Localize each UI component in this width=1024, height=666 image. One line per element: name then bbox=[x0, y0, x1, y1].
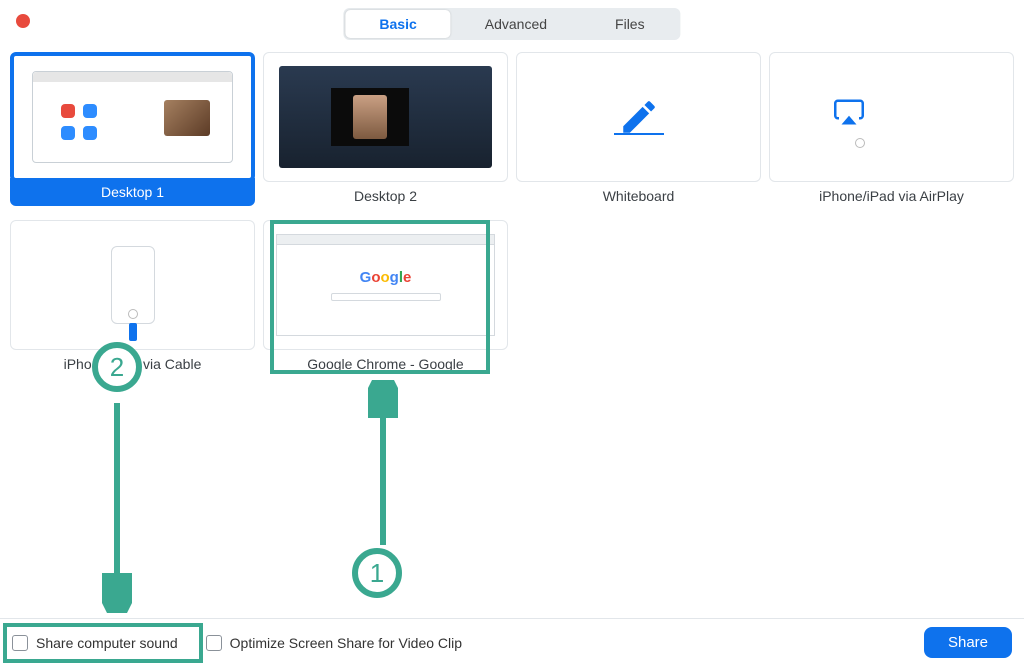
tab-advanced[interactable]: Advanced bbox=[451, 10, 581, 38]
thumb-cable bbox=[10, 220, 255, 350]
thumb-whiteboard bbox=[516, 52, 761, 182]
tile-label: Desktop 2 bbox=[354, 188, 417, 204]
cable-icon bbox=[129, 323, 137, 341]
tile-label: Desktop 1 bbox=[10, 178, 255, 206]
tile-google-chrome[interactable]: Google Google Chrome - Google bbox=[263, 220, 508, 372]
tile-iphone-cable[interactable]: iPhone/iPad via Cable bbox=[10, 220, 255, 372]
annotation-arrow-1 bbox=[368, 380, 398, 550]
tile-desktop-1[interactable]: Desktop 1 bbox=[10, 52, 255, 206]
thumb-chrome: Google bbox=[263, 220, 508, 350]
tile-label: Whiteboard bbox=[603, 188, 675, 204]
annotation-arrow-2 bbox=[102, 398, 132, 613]
tile-desktop-2[interactable]: Desktop 2 bbox=[263, 52, 508, 206]
checkbox-icon bbox=[206, 635, 222, 651]
desktop-preview bbox=[32, 71, 233, 163]
window-preview: Google bbox=[276, 234, 495, 336]
thumb-desktop-1 bbox=[10, 52, 255, 182]
tile-label: iPhone/iPad via Cable bbox=[64, 356, 202, 372]
tile-iphone-airplay[interactable]: iPhone/iPad via AirPlay bbox=[769, 52, 1014, 206]
thumb-airplay bbox=[769, 52, 1014, 182]
tile-whiteboard[interactable]: Whiteboard bbox=[516, 52, 761, 206]
tab-files[interactable]: Files bbox=[581, 10, 679, 38]
annotation-step-1: 1 bbox=[352, 548, 402, 598]
checkbox-label: Optimize Screen Share for Video Clip bbox=[230, 635, 462, 651]
checkbox-icon bbox=[12, 635, 28, 651]
checkbox-share-sound[interactable]: Share computer sound bbox=[12, 635, 178, 651]
share-options-grid: Desktop 1 Desktop 2 Whiteboard iPhone/iP… bbox=[6, 48, 1018, 382]
tile-label: Google Chrome - Google bbox=[307, 356, 463, 372]
share-button[interactable]: Share bbox=[924, 627, 1012, 658]
tile-label: iPhone/iPad via AirPlay bbox=[819, 188, 964, 204]
tab-basic[interactable]: Basic bbox=[345, 10, 450, 38]
thumb-desktop-2 bbox=[263, 52, 508, 182]
mode-tabbar: Basic Advanced Files bbox=[343, 8, 680, 40]
checkbox-label: Share computer sound bbox=[36, 635, 178, 651]
checkbox-optimize-video[interactable]: Optimize Screen Share for Video Clip bbox=[206, 635, 462, 651]
desktop-preview bbox=[279, 66, 493, 168]
pencil-icon bbox=[618, 96, 660, 138]
footer-bar: Share computer sound Optimize Screen Sha… bbox=[0, 618, 1024, 666]
close-window-button[interactable] bbox=[16, 14, 30, 28]
phone-icon bbox=[111, 246, 155, 324]
phone-icon bbox=[840, 82, 880, 152]
google-logo: Google bbox=[360, 269, 412, 286]
